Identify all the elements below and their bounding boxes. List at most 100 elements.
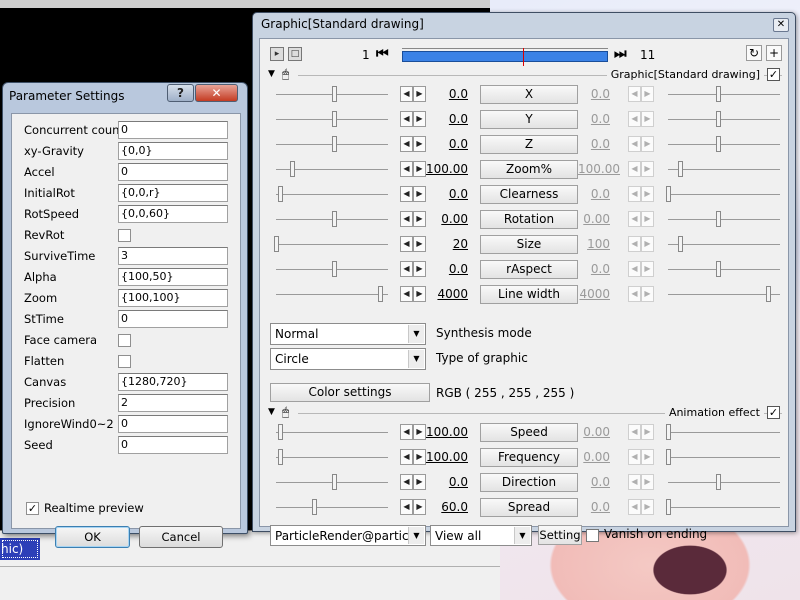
track-slider-right[interactable] (668, 194, 780, 195)
graphic-type-select[interactable]: Circle ▼ (270, 348, 426, 370)
start-value[interactable]: 0.0 (422, 87, 468, 101)
track-name-button[interactable]: Clearness (480, 185, 578, 204)
track-name-button[interactable]: Direction (480, 473, 578, 492)
slider-thumb[interactable] (666, 449, 671, 465)
arrow-right-icon[interactable]: ▶ (641, 286, 654, 302)
end-value[interactable]: 0.00 (578, 450, 610, 464)
arrow-right-icon[interactable]: ▶ (641, 424, 654, 440)
track-slider-left[interactable] (276, 294, 388, 295)
arrow-left-icon[interactable]: ◀ (628, 236, 641, 252)
arrow-left-icon[interactable]: ◀ (628, 499, 641, 515)
step-arrows-right[interactable]: ◀ ▶ (628, 424, 654, 440)
track-name-button[interactable]: Speed (480, 423, 578, 442)
end-value[interactable]: 100 (578, 237, 610, 251)
track-slider-left[interactable] (276, 457, 388, 458)
start-value[interactable]: 100.00 (422, 425, 468, 439)
arrow-left-icon[interactable]: ◀ (400, 424, 413, 440)
slider-thumb[interactable] (766, 286, 771, 302)
arrow-left-icon[interactable]: ◀ (400, 86, 413, 102)
step-arrows-right[interactable]: ◀ ▶ (628, 499, 654, 515)
step-arrows-right[interactable]: ◀ ▶ (628, 211, 654, 227)
track-name-button[interactable]: Line width (480, 285, 578, 304)
slider-thumb[interactable] (666, 186, 671, 202)
end-value[interactable]: 0.0 (578, 187, 610, 201)
start-value[interactable]: 0.0 (422, 187, 468, 201)
param-input[interactable]: {1280,720} (118, 373, 228, 391)
arrow-left-icon[interactable]: ◀ (628, 286, 641, 302)
end-value[interactable]: 0.00 (578, 212, 610, 226)
track-slider-right[interactable] (668, 294, 780, 295)
track-name-button[interactable]: Zoom% (480, 160, 578, 179)
step-arrows-right[interactable]: ◀ ▶ (628, 186, 654, 202)
step-arrows-right[interactable]: ◀ ▶ (628, 286, 654, 302)
end-value[interactable]: 0.0 (578, 87, 610, 101)
track-slider-right[interactable] (668, 269, 780, 270)
arrow-right-icon[interactable]: ▶ (641, 86, 654, 102)
refresh-icon[interactable]: ↻ (746, 45, 762, 61)
step-arrows-right[interactable]: ◀ ▶ (628, 111, 654, 127)
end-value[interactable]: 4000 (578, 287, 610, 301)
start-value[interactable]: 100.00 (422, 162, 468, 176)
param-input[interactable]: 3 (118, 247, 228, 265)
slider-thumb[interactable] (716, 111, 721, 127)
slider-thumb[interactable] (332, 136, 337, 152)
param-input[interactable]: {100,100} (118, 289, 228, 307)
color-settings-button[interactable]: Color settings (270, 383, 430, 402)
arrow-left-icon[interactable]: ◀ (400, 111, 413, 127)
end-value[interactable]: 0.0 (578, 500, 610, 514)
param-input[interactable]: 0 (118, 415, 228, 433)
param-checkbox[interactable] (118, 229, 131, 242)
param-input[interactable]: {100,50} (118, 268, 228, 286)
step-arrows-right[interactable]: ◀ ▶ (628, 474, 654, 490)
slider-thumb[interactable] (278, 449, 283, 465)
track-name-button[interactable]: rAspect (480, 260, 578, 279)
track-name-button[interactable]: Rotation (480, 210, 578, 229)
param-input[interactable]: 0 (118, 163, 228, 181)
slider-thumb[interactable] (278, 186, 283, 202)
track-name-button[interactable]: Spread (480, 498, 578, 517)
arrow-left-icon[interactable]: ◀ (400, 186, 413, 202)
arrow-left-icon[interactable]: ◀ (400, 474, 413, 490)
layer-icon[interactable]: □ (288, 47, 302, 61)
track-slider-right[interactable] (668, 94, 780, 95)
slider-thumb[interactable] (716, 261, 721, 277)
cancel-button[interactable]: Cancel (139, 526, 223, 548)
slider-thumb[interactable] (278, 424, 283, 440)
track-slider-left[interactable] (276, 244, 388, 245)
arrow-left-icon[interactable]: ◀ (628, 136, 641, 152)
add-filter-icon[interactable]: + (766, 45, 782, 61)
close-button[interactable]: ✕ (195, 84, 238, 102)
slider-thumb[interactable] (378, 286, 383, 302)
param-input[interactable]: {0,0,60} (118, 205, 228, 223)
step-arrows-right[interactable]: ◀ ▶ (628, 449, 654, 465)
current-frame-marker[interactable] (523, 48, 524, 66)
track-name-button[interactable]: Size (480, 235, 578, 254)
slider-thumb[interactable] (332, 111, 337, 127)
end-value[interactable]: 100.00 (578, 162, 620, 176)
slider-thumb[interactable] (716, 211, 721, 227)
slider-thumb[interactable] (332, 211, 337, 227)
section-enable-checkbox[interactable]: ✓ (767, 406, 780, 419)
arrow-left-icon[interactable]: ◀ (400, 211, 413, 227)
track-name-button[interactable]: Y (480, 110, 578, 129)
slider-thumb[interactable] (666, 499, 671, 515)
slider-thumb[interactable] (716, 136, 721, 152)
view-select[interactable]: View all ▼ (430, 525, 532, 546)
track-slider-left[interactable] (276, 507, 388, 508)
arrow-left-icon[interactable]: ◀ (400, 499, 413, 515)
arrow-right-icon[interactable]: ▶ (641, 211, 654, 227)
end-value[interactable]: 0.0 (578, 262, 610, 276)
track-slider-left[interactable] (276, 194, 388, 195)
slider-thumb[interactable] (666, 424, 671, 440)
start-value[interactable]: 20 (422, 237, 468, 251)
arrow-left-icon[interactable]: ◀ (400, 449, 413, 465)
start-value[interactable]: 0.0 (422, 475, 468, 489)
arrow-left-icon[interactable]: ◀ (628, 211, 641, 227)
start-value[interactable]: 0.0 (422, 262, 468, 276)
start-value[interactable]: 60.0 (422, 500, 468, 514)
frame-range-bar[interactable] (402, 48, 608, 66)
slider-thumb[interactable] (332, 474, 337, 490)
ok-button[interactable]: OK (55, 526, 130, 548)
setting-button[interactable]: Setting (538, 525, 582, 545)
arrow-right-icon[interactable]: ▶ (641, 449, 654, 465)
